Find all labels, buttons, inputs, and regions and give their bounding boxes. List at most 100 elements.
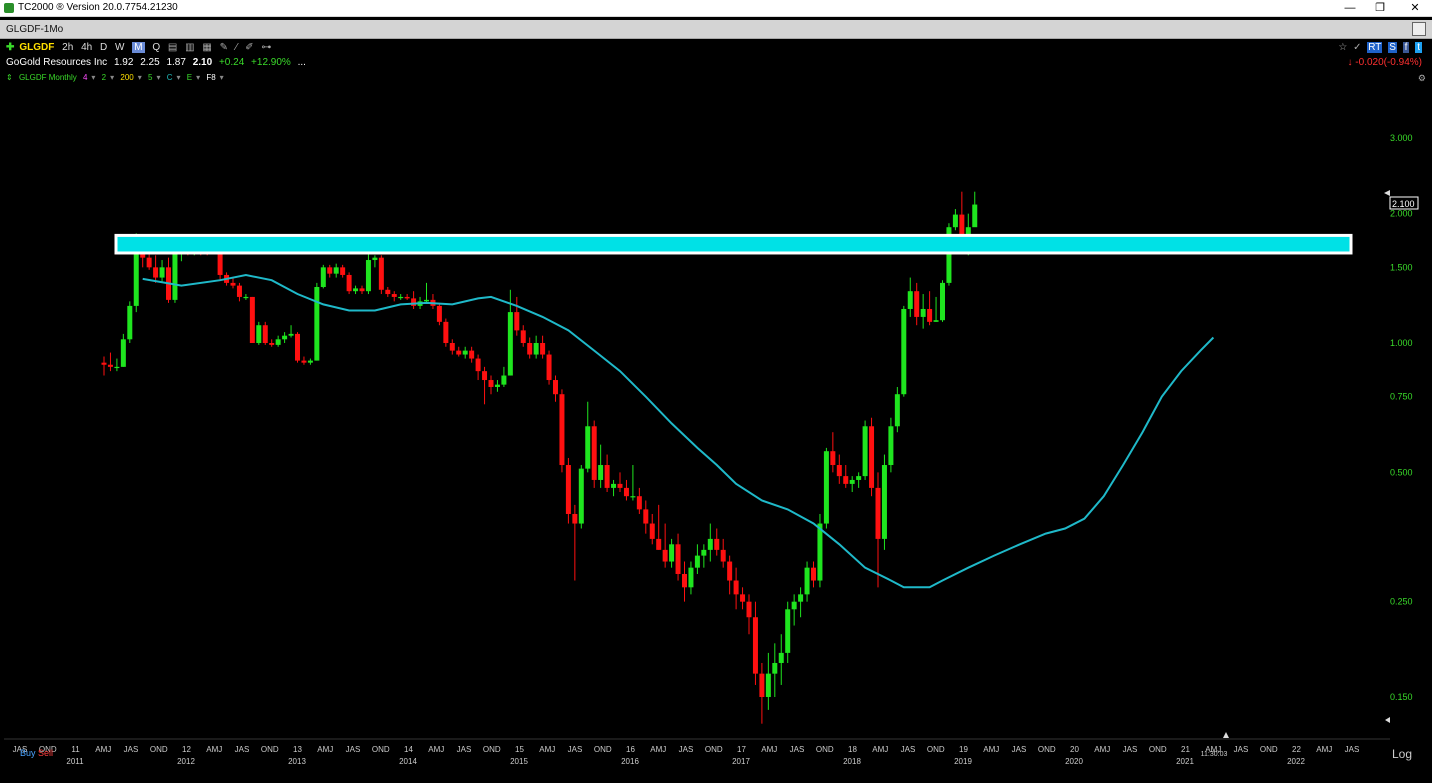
candle-body (230, 282, 236, 286)
x-tick-label: OND (483, 745, 501, 754)
candle-body (940, 282, 945, 321)
x-tick-label: AMJ (428, 745, 444, 754)
x-tick-label: OND (1149, 745, 1167, 754)
clock-label: 11:30:03 (1201, 751, 1228, 758)
y-tick-label: 0.150 (1390, 692, 1413, 702)
x-tick-label: OND (372, 745, 390, 754)
x-tick-label: AMJ (317, 745, 333, 754)
candle-body (727, 561, 733, 581)
candle-body (520, 330, 526, 343)
candle-body (714, 538, 720, 550)
x-tick-label: 18 (848, 745, 857, 754)
x-year-label: 2016 (621, 757, 639, 766)
candle-body (804, 567, 810, 595)
candle-body (436, 305, 442, 322)
x-tick-label: JAS (1012, 745, 1027, 754)
candle-body (469, 350, 475, 359)
time-cursor-marker (1223, 732, 1229, 738)
candle-body (849, 479, 855, 484)
x-tick-label: AMJ (761, 745, 777, 754)
candle-body (540, 342, 546, 355)
x-tick-label: 13 (293, 745, 302, 754)
candle-body (398, 296, 404, 299)
candle-body (101, 362, 107, 365)
log-scale-toggle[interactable]: Log (1392, 747, 1412, 761)
x-tick-label: JAS (124, 745, 139, 754)
candle-body (772, 662, 778, 674)
x-year-label: 2017 (732, 757, 750, 766)
x-tick-label: JAS (679, 745, 694, 754)
candle-body (159, 267, 165, 278)
candle-body (649, 523, 655, 539)
x-year-label: 2021 (1176, 757, 1194, 766)
candle-body (869, 426, 875, 488)
candle-body (449, 342, 455, 351)
candle-body (482, 371, 488, 381)
candle-body (927, 308, 933, 322)
x-tick-label: 15 (515, 745, 524, 754)
x-year-label: 2015 (510, 757, 528, 766)
candle-body (327, 267, 333, 274)
y-tick-label: 0.750 (1390, 392, 1413, 402)
candle-body (823, 451, 829, 524)
x-tick-label: OND (816, 745, 834, 754)
candle-body (404, 296, 410, 299)
candle-body (759, 673, 765, 697)
candle-body (340, 267, 346, 275)
candle-body (314, 287, 320, 361)
candle-body (391, 294, 397, 297)
x-year-label: 2013 (288, 757, 306, 766)
candle-body (862, 426, 868, 477)
y-tick-label: 1.000 (1390, 338, 1413, 348)
candle-body (952, 214, 958, 228)
candle-body (669, 544, 675, 562)
candle-body (275, 339, 281, 345)
candle-body (146, 257, 152, 268)
x-tick-label: OND (705, 745, 723, 754)
candle-body (888, 426, 894, 466)
candle-body (682, 573, 687, 588)
x-tick-label: JAS (568, 745, 583, 754)
candle-body (798, 594, 804, 602)
candle-body (456, 350, 462, 355)
candle-body (133, 252, 139, 306)
x-tick-label: 14 (404, 745, 413, 754)
candle-body (333, 267, 339, 274)
candle-body (262, 325, 268, 343)
sell-button[interactable]: Sell (38, 748, 53, 758)
candle-body (733, 580, 739, 595)
candle-body (591, 426, 597, 480)
last-price-marker (1384, 190, 1390, 196)
candle-body (707, 538, 713, 550)
candle-body (662, 549, 668, 562)
candle-body (585, 426, 591, 469)
x-year-label: 2019 (954, 757, 972, 766)
x-tick-label: AMJ (206, 745, 222, 754)
buy-button[interactable]: Buy (20, 748, 36, 758)
x-tick-label: 16 (626, 745, 635, 754)
candle-body (611, 483, 617, 488)
candle-body (546, 354, 552, 381)
candle-body (630, 496, 636, 498)
candle-body (385, 289, 391, 295)
x-tick-label: JAS (235, 745, 250, 754)
x-tick-label: 11 (71, 745, 80, 754)
candle-body (488, 380, 494, 387)
candle-body (843, 476, 849, 484)
candle-body (656, 538, 662, 550)
candle-body (914, 291, 920, 317)
x-tick-label: JAS (346, 745, 361, 754)
x-tick-label: JAS (1123, 745, 1138, 754)
candle-body (553, 380, 558, 395)
x-tick-label: OND (594, 745, 612, 754)
candle-body (559, 394, 565, 466)
candle-body (127, 305, 133, 340)
candle-body (907, 291, 913, 309)
x-year-label: 2022 (1287, 757, 1305, 766)
x-tick-label: OND (927, 745, 945, 754)
x-tick-label: OND (261, 745, 279, 754)
candle-body (604, 465, 610, 488)
candle-body (720, 549, 726, 562)
y-tick-label: 0.250 (1390, 597, 1413, 607)
candle-body (675, 544, 681, 574)
